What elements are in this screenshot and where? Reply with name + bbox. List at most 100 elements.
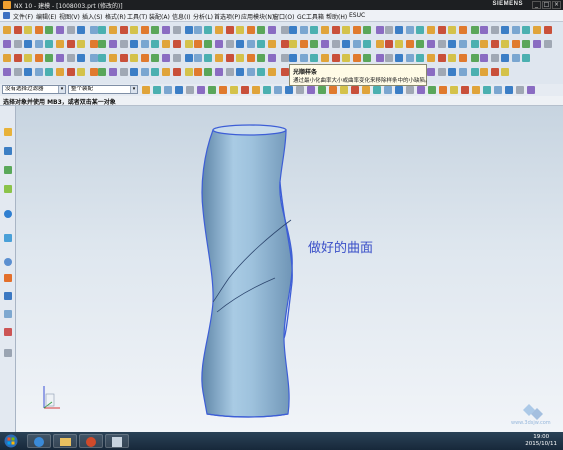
toolbar-command-icon[interactable] — [280, 40, 289, 48]
toolbar-command-icon[interactable] — [130, 26, 139, 34]
toolbar-command-icon[interactable] — [3, 54, 11, 62]
toolbar-command-icon[interactable] — [376, 26, 384, 34]
snap-point-icon[interactable] — [307, 86, 315, 94]
toolbar-command-icon[interactable] — [172, 40, 181, 48]
toolbar-command-icon[interactable] — [89, 54, 98, 62]
snap-point-icon[interactable] — [483, 86, 491, 94]
toolbar-command-icon[interactable] — [458, 26, 467, 34]
toolbar-command-icon[interactable] — [352, 40, 361, 48]
graphics-viewport[interactable]: 做好的曲面 — [16, 106, 563, 432]
snap-point-icon[interactable] — [340, 86, 348, 94]
snap-point-icon[interactable] — [318, 86, 326, 94]
snap-point-icon[interactable] — [351, 86, 359, 94]
toolbar-command-icon[interactable] — [13, 68, 22, 76]
toolbar-command-icon[interactable] — [151, 40, 160, 48]
toolbar-command-icon[interactable] — [501, 40, 510, 48]
toolbar-command-icon[interactable] — [246, 26, 255, 34]
toolbar-command-icon[interactable] — [204, 54, 213, 62]
toolbar-command-icon[interactable] — [204, 26, 213, 34]
toolbar-command-icon[interactable] — [458, 68, 467, 76]
toolbar-command-icon[interactable] — [268, 68, 276, 76]
toolbar-command-icon[interactable] — [89, 68, 98, 76]
toolbar-command-icon[interactable] — [172, 54, 181, 62]
toolbar-command-icon[interactable] — [480, 68, 488, 76]
scope-select[interactable]: 整个装配 ▾ — [68, 85, 138, 94]
maximize-button[interactable]: □ — [542, 1, 551, 9]
assembly-navigator-icon[interactable] — [4, 147, 12, 155]
toolbar-command-icon[interactable] — [130, 40, 139, 48]
toolbar-command-icon[interactable] — [395, 26, 404, 34]
toolbar-command-icon[interactable] — [45, 54, 54, 62]
toolbar-command-icon[interactable] — [257, 68, 266, 76]
toolbar-command-icon[interactable] — [352, 54, 361, 62]
toolbar-command-icon[interactable] — [448, 40, 457, 48]
snap-point-icon[interactable] — [219, 86, 227, 94]
snap-point-icon[interactable] — [472, 86, 480, 94]
toolbar-command-icon[interactable] — [321, 26, 329, 34]
toolbar-command-icon[interactable] — [13, 40, 22, 48]
toolbar-command-icon[interactable] — [522, 26, 531, 34]
toolbar-command-icon[interactable] — [299, 40, 308, 48]
taskbar-app-explorer[interactable] — [53, 434, 77, 448]
toolbar-command-icon[interactable] — [342, 40, 351, 48]
toolbar-command-icon[interactable] — [66, 40, 75, 48]
menu-gc-toolbox[interactable]: GC工具箱 — [297, 12, 324, 21]
menu-analysis[interactable]: 分析(L) — [193, 12, 213, 21]
toolbar-command-icon[interactable] — [480, 26, 488, 34]
toolbar-command-icon[interactable] — [98, 26, 107, 34]
toolbar-command-icon[interactable] — [98, 40, 107, 48]
toolbar-command-icon[interactable] — [480, 40, 488, 48]
minimize-button[interactable]: _ — [532, 1, 541, 9]
toolbar-command-icon[interactable] — [405, 54, 414, 62]
toolbar-command-icon[interactable] — [395, 54, 404, 62]
toolbar-command-icon[interactable] — [471, 40, 480, 48]
system-scene-icon[interactable] — [4, 310, 12, 318]
toolbar-command-icon[interactable] — [193, 40, 202, 48]
menu-tools[interactable]: 工具(T) — [127, 12, 147, 21]
toolbar-command-icon[interactable] — [3, 26, 11, 34]
toolbar-command-icon[interactable] — [268, 54, 276, 62]
snap-point-icon[interactable] — [274, 86, 282, 94]
toolbar-command-icon[interactable] — [89, 26, 98, 34]
toolbar-command-icon[interactable] — [471, 54, 480, 62]
toolbar-command-icon[interactable] — [437, 54, 446, 62]
toolbar-command-icon[interactable] — [225, 54, 234, 62]
toolbar-command-icon[interactable] — [268, 26, 276, 34]
toolbar-command-icon[interactable] — [225, 26, 234, 34]
taskbar-app-nx[interactable] — [79, 434, 103, 448]
toolbar-command-icon[interactable] — [13, 26, 22, 34]
toolbar-command-icon[interactable] — [225, 68, 234, 76]
toolbar-command-icon[interactable] — [416, 54, 425, 62]
snap-point-icon[interactable] — [208, 86, 216, 94]
toolbar-command-icon[interactable] — [352, 26, 361, 34]
constraint-navigator-icon[interactable] — [4, 166, 12, 174]
snap-point-icon[interactable] — [142, 86, 150, 94]
toolbar-command-icon[interactable] — [215, 40, 223, 48]
toolbar-command-icon[interactable] — [119, 40, 128, 48]
toolbar-command-icon[interactable] — [331, 26, 340, 34]
toolbar-command-icon[interactable] — [342, 26, 351, 34]
toolbar-command-icon[interactable] — [416, 40, 425, 48]
toolbar-command-icon[interactable] — [45, 26, 54, 34]
snap-point-icon[interactable] — [373, 86, 381, 94]
toolbar-command-icon[interactable] — [458, 54, 467, 62]
toolbar-command-icon[interactable] — [511, 26, 520, 34]
toolbar-command-icon[interactable] — [384, 54, 393, 62]
snap-point-icon[interactable] — [417, 86, 425, 94]
toolbar-command-icon[interactable] — [185, 54, 194, 62]
toolbar-command-icon[interactable] — [193, 26, 202, 34]
toolbar-command-icon[interactable] — [501, 54, 510, 62]
toolbar-command-icon[interactable] — [289, 54, 298, 62]
toolbar-command-icon[interactable] — [437, 26, 446, 34]
toolbar-command-icon[interactable] — [236, 54, 245, 62]
toolbar-command-icon[interactable] — [185, 40, 194, 48]
toolbar-command-icon[interactable] — [24, 68, 33, 76]
toolbar-command-icon[interactable] — [437, 40, 446, 48]
toolbar-command-icon[interactable] — [522, 54, 531, 62]
snap-point-icon[interactable] — [428, 86, 436, 94]
toolbar-command-icon[interactable] — [321, 54, 329, 62]
toolbar-command-icon[interactable] — [342, 54, 351, 62]
toolbar-command-icon[interactable] — [471, 68, 480, 76]
toolbar-command-icon[interactable] — [119, 54, 128, 62]
snap-point-icon[interactable] — [329, 86, 337, 94]
